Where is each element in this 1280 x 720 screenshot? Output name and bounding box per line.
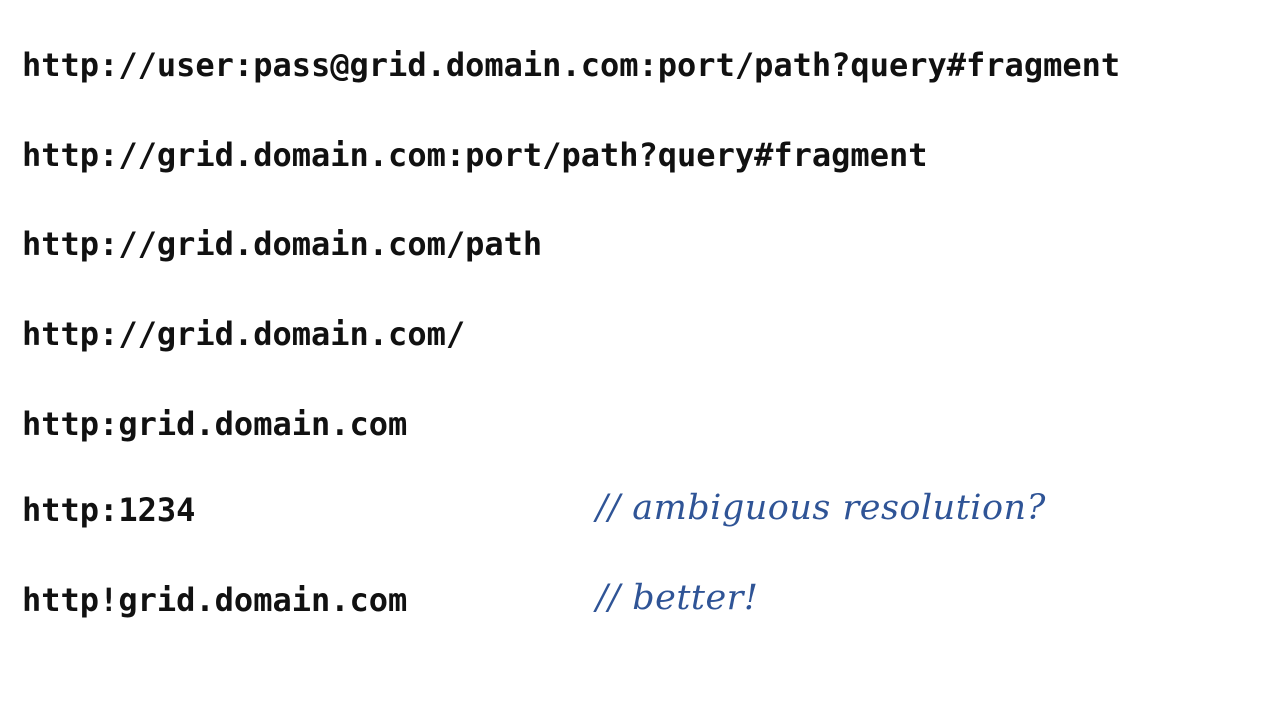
url-line-path: http://grid.domain.com/path [22,225,543,263]
url-line-full: http://user:pass@grid.domain.com:port/pa… [22,46,1121,84]
url-line-no-userinfo: http://grid.domain.com:port/path?query#f… [22,136,928,174]
comment-ambiguous: // ambiguous resolution? [596,488,1046,528]
url-line-no-slashes: http:grid.domain.com [22,405,408,443]
comment-better: // better! [596,578,759,618]
url-line-root: http://grid.domain.com/ [22,315,466,353]
url-line-port-only: http:1234 [22,491,196,529]
slide: http://user:pass@grid.domain.com:port/pa… [0,0,1280,720]
url-line-bang: http!grid.domain.com [22,581,408,619]
